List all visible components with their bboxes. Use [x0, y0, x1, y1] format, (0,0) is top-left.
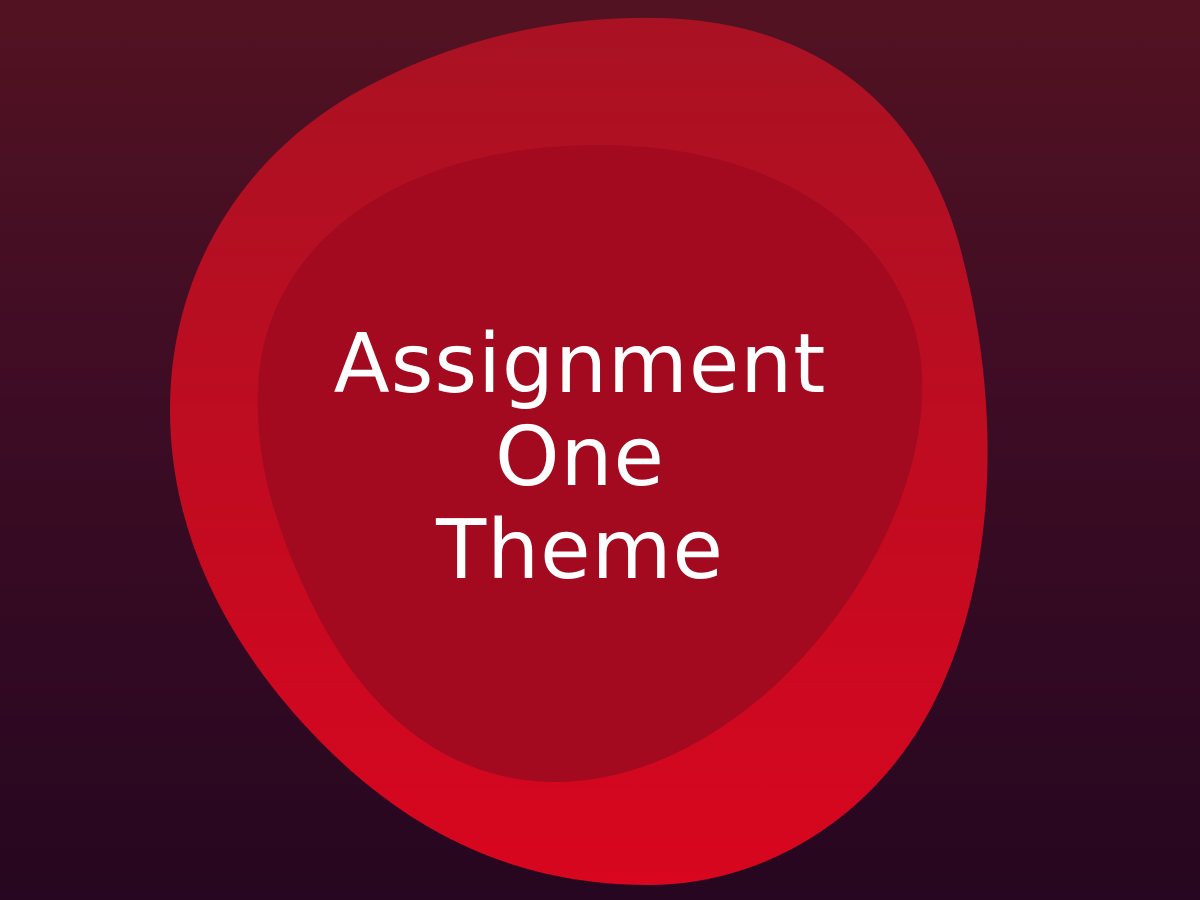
title-line-1: Assignment	[333, 317, 827, 412]
page-title: Assignment One Theme	[330, 318, 830, 597]
title-line-2: One	[495, 410, 665, 505]
title-line-3: Theme	[436, 503, 724, 598]
